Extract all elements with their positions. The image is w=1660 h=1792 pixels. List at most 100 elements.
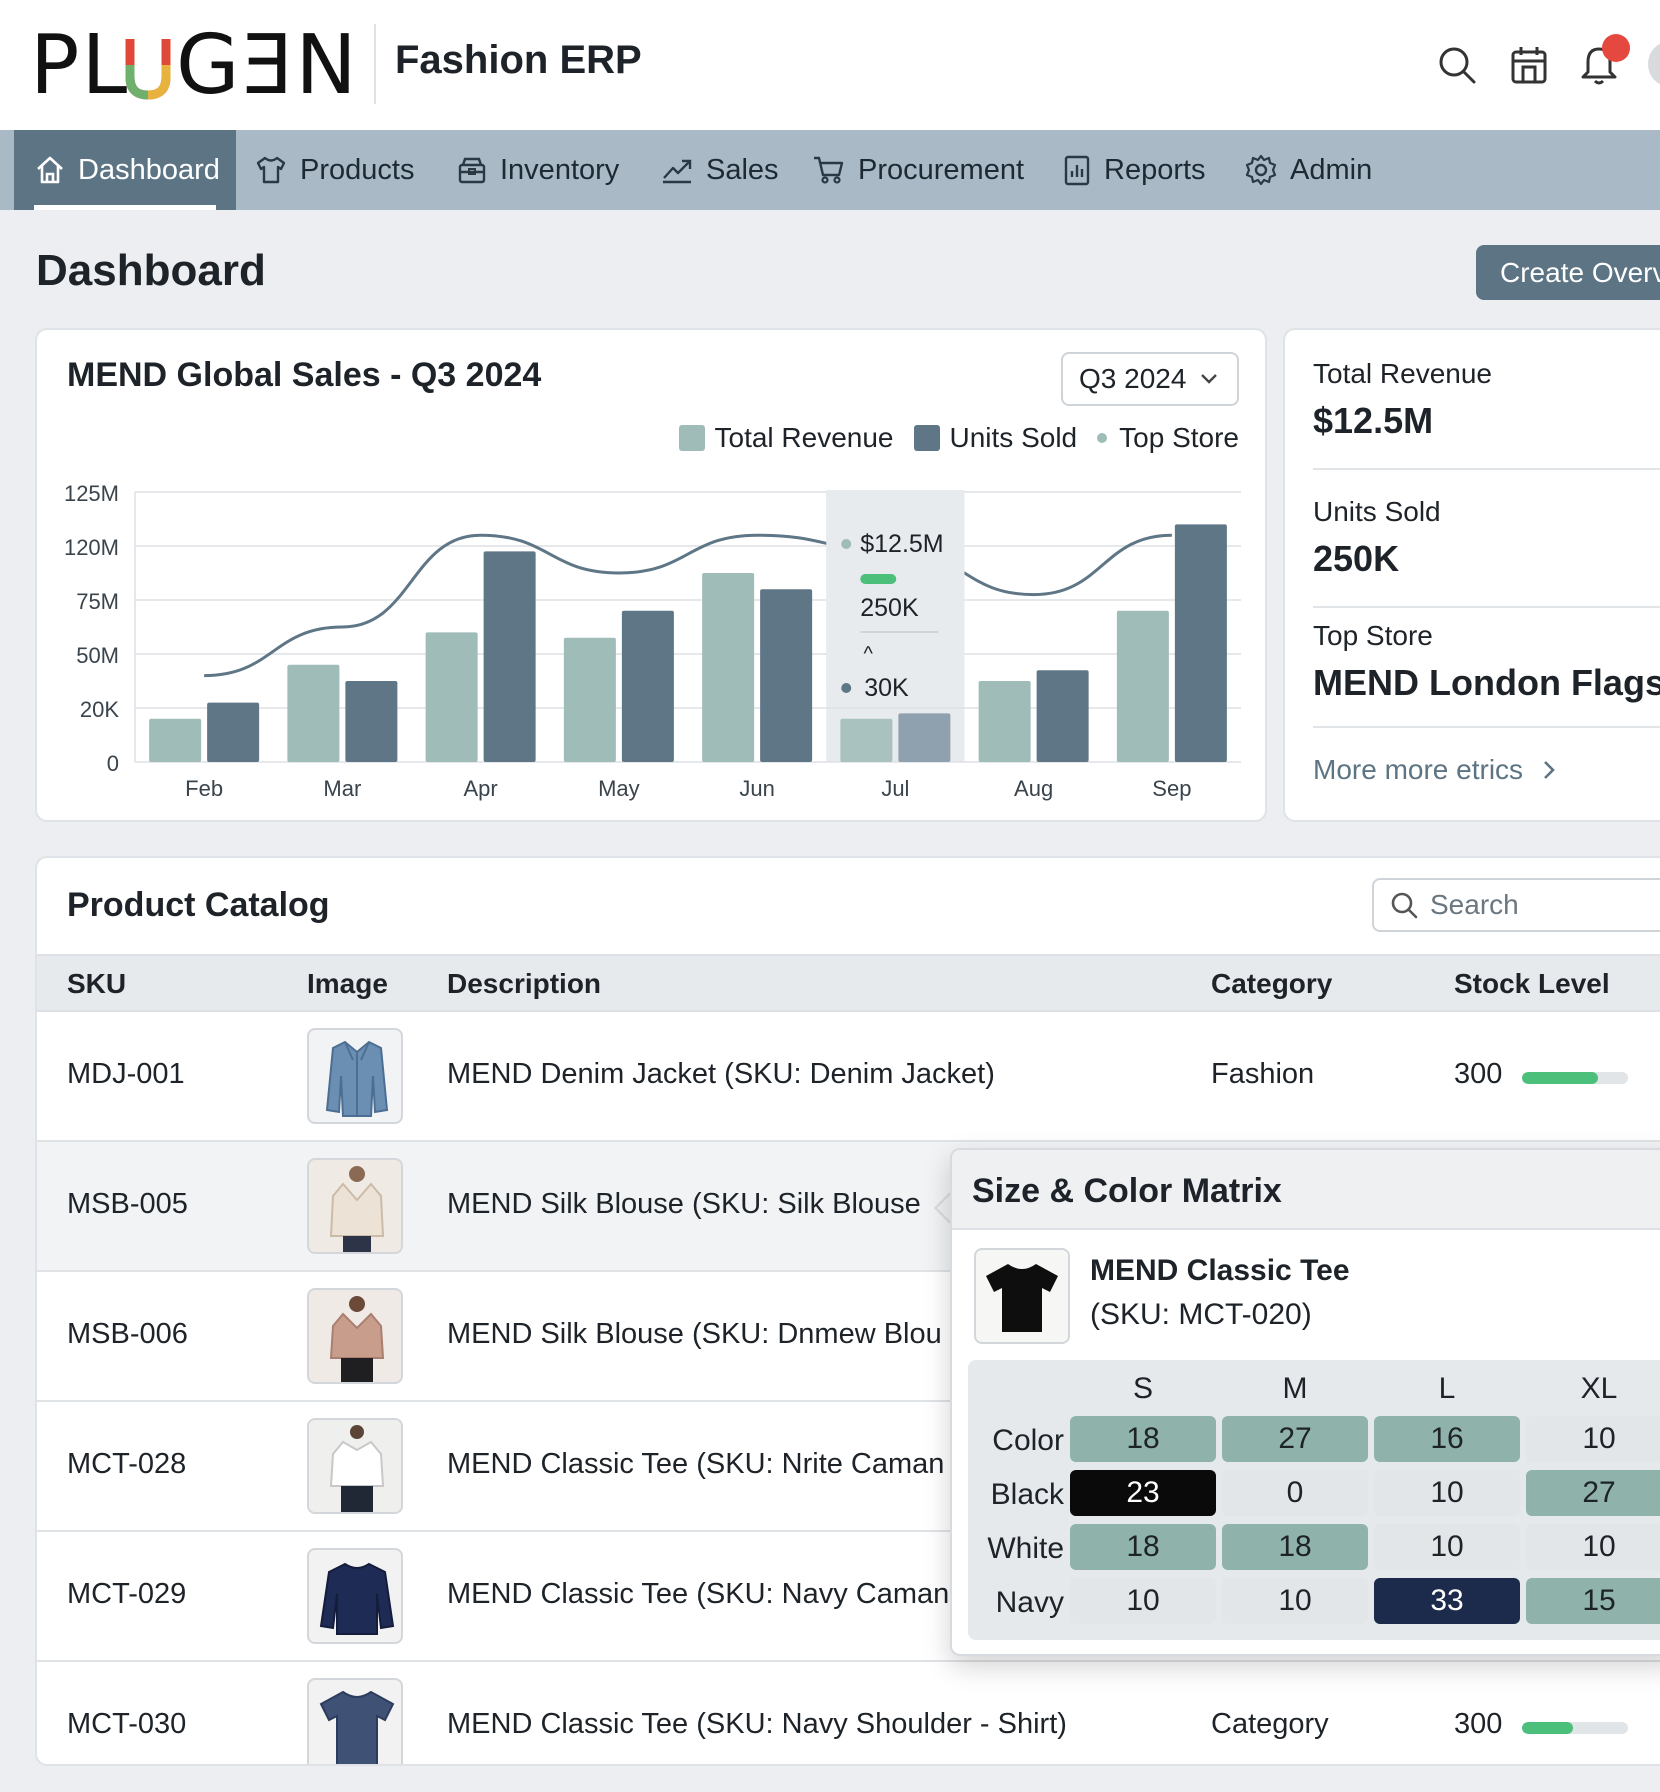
- search-icon[interactable]: [1436, 44, 1478, 86]
- description-cell: MEND Denim Jacket (SKU: Denim Jacket): [447, 1058, 995, 1090]
- nav-label: Procurement: [858, 153, 1025, 186]
- tooltip-revenue: $12.5M: [860, 530, 943, 558]
- stock-value: 300: [1454, 1708, 1503, 1740]
- size-header: L: [1438, 1372, 1456, 1405]
- navy-sweater-image: [307, 1548, 403, 1644]
- matrix-cell[interactable]: 33: [1374, 1578, 1520, 1624]
- nav-dashboard[interactable]: Dashboard: [14, 130, 236, 210]
- matrix-cell[interactable]: 10: [1070, 1578, 1216, 1624]
- x-tick-label: Mar: [323, 776, 361, 801]
- matrix-cell[interactable]: 23: [1070, 1470, 1216, 1516]
- matrix-cell[interactable]: 18: [1070, 1524, 1216, 1570]
- y-tick-label: 20K: [80, 697, 119, 722]
- bar-units-sold: [1036, 670, 1089, 762]
- home-icon: [37, 156, 63, 184]
- box-icon: [458, 157, 486, 184]
- table-row[interactable]: MCT-030 MEND Classic Tee (SKU: Navy Shou…: [37, 1662, 1660, 1764]
- sku-cell: MSB-005: [67, 1188, 188, 1220]
- matrix-cell[interactable]: 10: [1374, 1524, 1520, 1570]
- x-tick-label: Feb: [185, 776, 223, 801]
- metric-value: $12.5M: [1313, 400, 1434, 441]
- nav-inventory[interactable]: Inventory: [456, 130, 619, 210]
- matrix-row-label: White: [987, 1532, 1064, 1565]
- metric-top-store: Top Store MEND London Flagship: [1313, 620, 1660, 704]
- catalog-title: Product Catalog: [67, 886, 330, 924]
- y-tick-label: 0: [107, 751, 119, 776]
- column-header-sku[interactable]: SKU: [67, 968, 126, 1000]
- create-overview-button[interactable]: Create Overview: [1476, 245, 1660, 300]
- bar-total-revenue: [702, 573, 755, 762]
- trend-icon: [663, 159, 692, 184]
- nav-procurement[interactable]: Procurement: [812, 130, 1024, 210]
- metric-label: Units Sold: [1313, 496, 1441, 527]
- sku-cell: MDJ-001: [67, 1058, 185, 1090]
- bar-units-sold: [207, 702, 260, 762]
- matrix-cell[interactable]: 27: [1526, 1470, 1660, 1516]
- matrix-cell[interactable]: 10: [1374, 1470, 1520, 1516]
- matrix-cell[interactable]: 15: [1526, 1578, 1660, 1624]
- bar-units-sold: [760, 589, 813, 762]
- x-tick-label: Aug: [1014, 776, 1053, 801]
- y-tick-label: 125M: [64, 481, 119, 506]
- nav-admin[interactable]: Admin: [1244, 130, 1372, 210]
- nav-label: Admin: [1290, 153, 1373, 186]
- popover-header: Size & Color Matrix: [952, 1150, 1660, 1230]
- nav-label: Products: [300, 153, 415, 186]
- search-input[interactable]: Search: [1372, 878, 1660, 932]
- classic-tee-image: [974, 1248, 1070, 1344]
- bar-units-sold: [1174, 524, 1227, 762]
- tooltip-caret: ^: [864, 643, 874, 665]
- column-header-description[interactable]: Description: [447, 968, 601, 1000]
- tooltip-units: 250K: [860, 594, 919, 622]
- y-tick-label: 75M: [76, 589, 119, 614]
- metric-label: Top Store: [1313, 620, 1433, 651]
- column-header-image[interactable]: Image: [307, 968, 388, 1000]
- bar-units-sold: [898, 713, 951, 762]
- page-title: Dashboard: [36, 246, 266, 295]
- matrix-cell[interactable]: 18: [1070, 1416, 1216, 1462]
- more-metrics-label: More more etrics: [1313, 754, 1524, 785]
- table-row[interactable]: MDJ-001 MEND Denim Jacket (SKU: Denim Ja…: [37, 1012, 1660, 1142]
- matrix-row-label: Navy: [995, 1586, 1064, 1619]
- popover-product-sku: (SKU: MCT-020): [1090, 1298, 1312, 1331]
- matrix-cell[interactable]: 10: [1222, 1578, 1368, 1624]
- y-tick-label: 120M: [64, 535, 119, 560]
- avatar[interactable]: [1648, 42, 1660, 86]
- header-divider: [374, 24, 376, 104]
- nav-label: Inventory: [500, 153, 620, 186]
- denim-jacket-image: [307, 1028, 403, 1124]
- more-metrics-link[interactable]: More more etrics: [1313, 754, 1557, 786]
- matrix-cell[interactable]: 10: [1526, 1524, 1660, 1570]
- matrix-row-label: Color: [992, 1424, 1064, 1457]
- cart-icon: [814, 156, 844, 184]
- nav-reports[interactable]: Reports: [1062, 130, 1206, 210]
- sku-cell: MSB-006: [67, 1318, 188, 1350]
- sales-chart: 0 20K 50M 75M 120M 125M Feb Mar Apr May Jun Jul Aug S…: [64, 481, 1241, 801]
- nav-sales[interactable]: Sales: [660, 130, 779, 210]
- matrix-cell[interactable]: 18: [1222, 1524, 1368, 1570]
- sku-cell: MCT-028: [67, 1448, 187, 1480]
- column-header-category[interactable]: Category: [1211, 968, 1332, 1000]
- description-cell: MEND Classic Tee (SKU: Nrite Caman: [447, 1448, 945, 1480]
- search-placeholder: Search: [1430, 889, 1519, 920]
- matrix-cell[interactable]: 27: [1222, 1416, 1368, 1462]
- bar-units-sold: [345, 681, 398, 762]
- bar-total-revenue: [149, 718, 202, 762]
- matrix-cell[interactable]: 16: [1374, 1416, 1520, 1462]
- x-tick-label: Apr: [464, 776, 498, 801]
- matrix-cell[interactable]: 0: [1222, 1470, 1368, 1516]
- y-tick-label: 50M: [76, 643, 119, 668]
- brand-logo[interactable]: PL GƎND: [30, 20, 350, 110]
- notification-badge: [1602, 34, 1630, 62]
- metrics-card: Total Revenue $12.5M Units Sold 250K Top…: [1283, 328, 1660, 822]
- shirt-icon: [256, 156, 286, 184]
- bar-total-revenue: [425, 632, 478, 762]
- popover-title: Size & Color Matrix: [972, 1172, 1282, 1210]
- calendar-icon[interactable]: [1508, 44, 1550, 86]
- x-tick-label: May: [598, 776, 640, 801]
- matrix-cell[interactable]: 10: [1526, 1416, 1660, 1462]
- column-header-stock-level[interactable]: Stock Level: [1454, 968, 1610, 1000]
- description-cell: MEND Silk Blouse (SKU: Silk Blouse: [447, 1188, 921, 1220]
- active-tab-indicator: [34, 205, 216, 210]
- nav-products[interactable]: Products: [254, 130, 414, 210]
